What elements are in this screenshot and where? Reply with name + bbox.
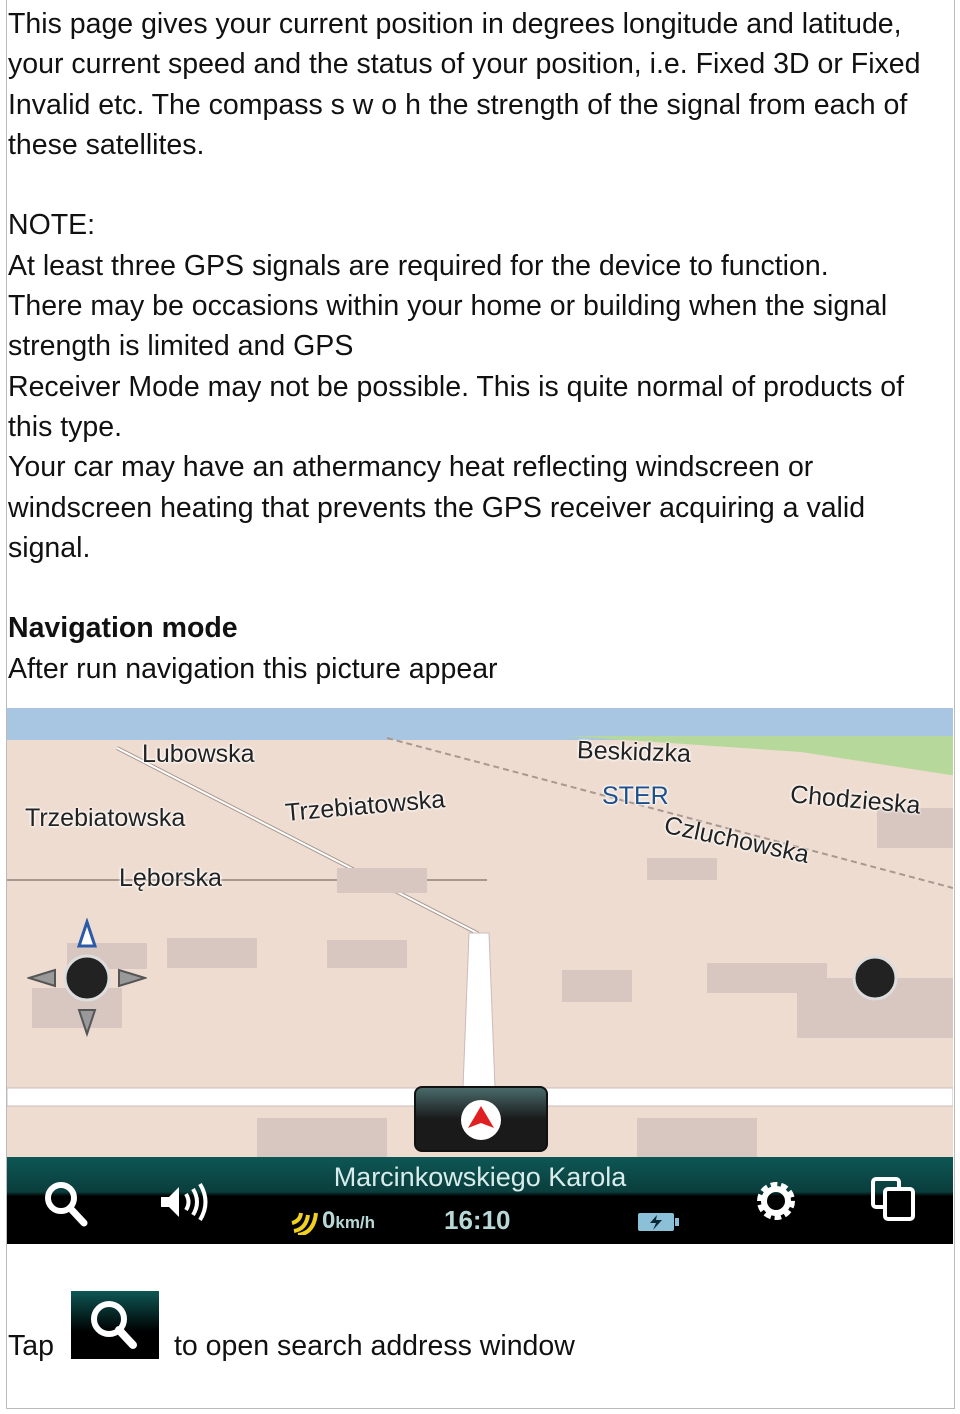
windows-icon[interactable] bbox=[869, 1175, 919, 1225]
search-button-illustration bbox=[71, 1291, 159, 1359]
street-label: Trzebiatowska bbox=[25, 804, 186, 832]
speed-readout: 0km/h bbox=[322, 1207, 376, 1234]
position-button[interactable] bbox=[414, 1086, 548, 1152]
volume-icon[interactable] bbox=[157, 1179, 217, 1229]
current-street: Marcinkowskiego Karola bbox=[333, 1162, 627, 1192]
clock: 16:10 bbox=[444, 1205, 511, 1235]
note-line: Your car may have an athermancy heat ref… bbox=[8, 451, 866, 564]
arrow-down-icon bbox=[77, 1009, 97, 1038]
search-icon[interactable] bbox=[41, 1179, 91, 1229]
map-control-button[interactable] bbox=[850, 953, 900, 1003]
street-label: Lubowska bbox=[142, 740, 255, 768]
document-text: This page gives your current position in… bbox=[8, 4, 953, 689]
street-label: Beskidzka bbox=[576, 736, 692, 768]
note-line: Receiver Mode may not be possible. This … bbox=[8, 370, 905, 443]
position-arrow-icon bbox=[461, 1100, 501, 1140]
bottom-bar: Marcinkowskiego Karola 0km/h 16:10 bbox=[7, 1157, 953, 1244]
street-label: Lęborska bbox=[119, 864, 222, 892]
intro-paragraph: This page gives your current position in… bbox=[8, 8, 921, 161]
search-icon bbox=[91, 1301, 137, 1349]
tap-label: Tap bbox=[8, 1330, 54, 1362]
battery-charging-icon bbox=[638, 1213, 679, 1231]
note-line: At least three GPS signals are required … bbox=[8, 249, 829, 282]
arrow-up-icon bbox=[76, 918, 98, 948]
arrow-right-icon bbox=[118, 968, 147, 988]
note-line: There may be occasions within your home … bbox=[8, 290, 888, 363]
tap-instruction: to open search address window bbox=[174, 1330, 575, 1362]
note-heading: NOTE: bbox=[8, 209, 96, 242]
poi-label: STER bbox=[602, 782, 669, 810]
pan-control[interactable] bbox=[27, 918, 147, 1038]
navigation-map[interactable]: Lubowska Trzebiatowska Trzebiatowska Lęb… bbox=[7, 708, 953, 1244]
gear-icon[interactable] bbox=[750, 1175, 802, 1227]
section-heading: Navigation mode bbox=[8, 612, 238, 645]
section-text: After run navigation this picture appear bbox=[8, 652, 498, 685]
gps-signal-icon bbox=[291, 1212, 318, 1235]
arrow-left-icon bbox=[27, 968, 56, 988]
